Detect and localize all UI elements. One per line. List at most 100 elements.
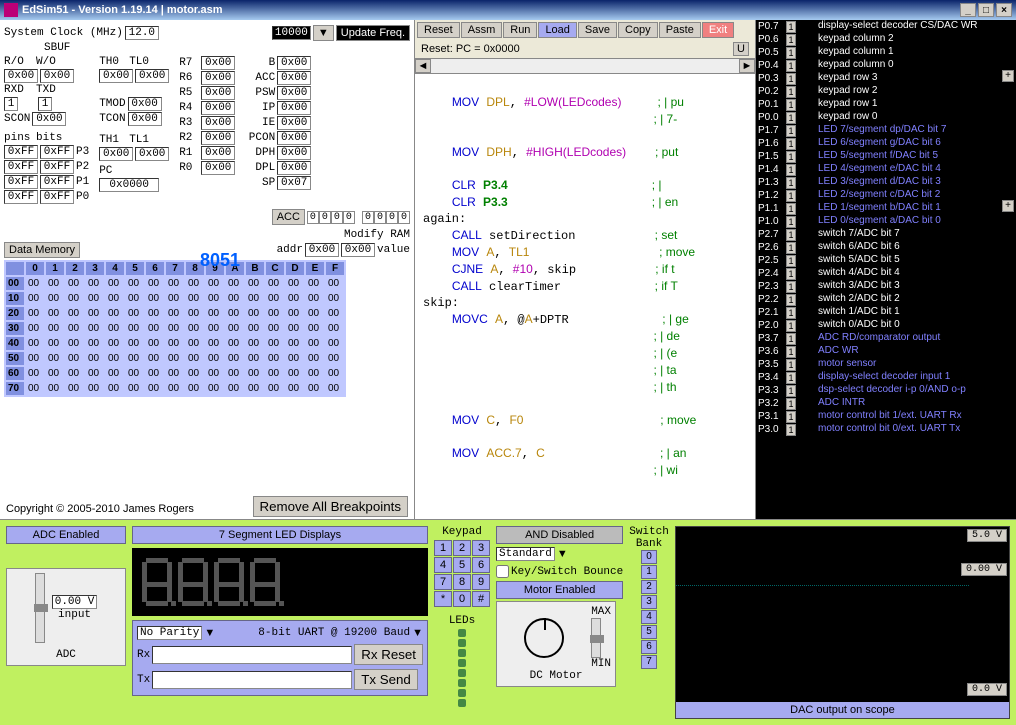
keypad-mode-select[interactable]: Standard <box>496 547 555 561</box>
update-freq-button[interactable]: Update Freq. <box>336 25 410 41</box>
freq-value[interactable]: 10000 <box>272 26 311 40</box>
switch[interactable]: 5 <box>641 625 657 639</box>
r5-val[interactable]: 0x00 <box>201 86 235 100</box>
remove-breakpoints-button[interactable]: Remove All Breakpoints <box>253 496 409 517</box>
sp-val[interactable]: 0x07 <box>277 176 311 190</box>
ro-val[interactable]: 0x00 <box>4 69 38 83</box>
keypad-key[interactable]: 0 <box>453 591 471 607</box>
tmod-val[interactable]: 0x00 <box>128 97 162 111</box>
keypad-key[interactable]: 3 <box>472 540 490 556</box>
pin-bit[interactable]: 1 <box>786 333 796 345</box>
acc-bit[interactable]: 0 <box>319 211 331 224</box>
switch[interactable]: 7 <box>641 655 657 669</box>
psw-val[interactable]: 0x00 <box>277 86 311 100</box>
pin-bit[interactable]: 1 <box>786 281 796 293</box>
pin-bit[interactable]: 1 <box>786 359 796 371</box>
r1-val[interactable]: 0x00 <box>201 146 235 160</box>
switch[interactable]: 6 <box>641 640 657 654</box>
pin-bit[interactable]: 1 <box>786 255 796 267</box>
tl0-val[interactable]: 0x00 <box>135 69 169 83</box>
tl1-val[interactable]: 0x00 <box>135 147 169 161</box>
motor-enabled-button[interactable]: Motor Enabled <box>496 581 623 599</box>
pin-bit[interactable]: 1 <box>786 138 796 150</box>
keypad-key[interactable]: * <box>434 591 452 607</box>
th0-val[interactable]: 0x00 <box>99 69 133 83</box>
pin-bit[interactable]: 1 <box>786 86 796 98</box>
pin-bit[interactable]: 1 <box>786 229 796 241</box>
scroll-left-icon[interactable]: ◄ <box>415 59 431 73</box>
keypad-key[interactable]: # <box>472 591 490 607</box>
switch[interactable]: 2 <box>641 580 657 594</box>
keypad-key[interactable]: 1 <box>434 540 452 556</box>
run-button[interactable]: Run <box>503 22 537 38</box>
pin-bit[interactable]: 1 <box>786 190 796 202</box>
seven-seg-button[interactable]: 7 Segment LED Displays <box>132 526 428 544</box>
pin-bit[interactable]: 1 <box>786 164 796 176</box>
freq-dropdown-icon[interactable]: ▼ <box>313 25 334 41</box>
pin-bit[interactable]: 1 <box>786 112 796 124</box>
pin-bit[interactable]: 1 <box>786 177 796 189</box>
wo-val[interactable]: 0x00 <box>40 69 74 83</box>
adc-slider[interactable] <box>35 573 45 643</box>
pin-bit[interactable]: 1 <box>786 372 796 384</box>
adc-enabled-button[interactable]: ADC Enabled <box>6 526 126 544</box>
r2-val[interactable]: 0x00 <box>201 131 235 145</box>
pin-bit[interactable]: 1 <box>786 47 796 59</box>
switch[interactable]: 0 <box>641 550 657 564</box>
p1-pins[interactable]: 0xFF <box>4 175 38 189</box>
dpl-val[interactable]: 0x00 <box>277 161 311 175</box>
acc-bit[interactable]: 0 <box>331 211 343 224</box>
memory-grid[interactable]: 0123456789ABCDEF 00000000000000000000000… <box>4 260 346 397</box>
pin-bit[interactable]: 1 <box>786 294 796 306</box>
keypad-key[interactable]: 7 <box>434 574 452 590</box>
code-editor[interactable]: MOV DPL, #LOW(LEDcodes) ; | pu ; | 7- MO… <box>415 74 755 519</box>
switch[interactable]: 4 <box>641 610 657 624</box>
dph-val[interactable]: 0x00 <box>277 146 311 160</box>
p0-bits[interactable]: 0xFF <box>40 190 74 204</box>
p2-pins[interactable]: 0xFF <box>4 160 38 174</box>
pin-bit[interactable]: 1 <box>786 385 796 397</box>
h-scrollbar[interactable]: ◄ ► <box>415 59 755 74</box>
acc-bit[interactable]: 0 <box>307 211 319 224</box>
r3-val[interactable]: 0x00 <box>201 116 235 130</box>
save-button[interactable]: Save <box>578 22 617 38</box>
keypad-key[interactable]: 9 <box>472 574 490 590</box>
acc-bit[interactable]: 0 <box>398 211 410 224</box>
pc-val[interactable]: 0x0000 <box>99 178 159 192</box>
p3-bits[interactable]: 0xFF <box>40 145 74 159</box>
pin-bit[interactable]: 1 <box>786 60 796 72</box>
p3-pins[interactable]: 0xFF <box>4 145 38 159</box>
baud-dropdown-icon[interactable]: ▼ <box>412 627 423 639</box>
load-button[interactable]: Load <box>538 22 576 38</box>
pin-bit[interactable]: 1 <box>786 73 796 85</box>
reset-button[interactable]: Reset <box>417 22 460 38</box>
expand-icon[interactable]: + <box>1002 200 1014 212</box>
r0-val[interactable]: 0x00 <box>201 161 235 175</box>
pin-bit[interactable]: 1 <box>786 216 796 228</box>
pin-bit[interactable]: 1 <box>786 34 796 46</box>
motor-slider[interactable] <box>591 618 601 658</box>
paste-button[interactable]: Paste <box>659 22 701 38</box>
keypad-key[interactable]: 8 <box>453 574 471 590</box>
datamem-button[interactable]: Data Memory <box>4 242 80 258</box>
tx-send-button[interactable]: Tx Send <box>354 669 418 690</box>
pcon-val[interactable]: 0x00 <box>277 131 311 145</box>
txd-val[interactable]: 1 <box>38 97 52 111</box>
pin-bit[interactable]: 1 <box>786 307 796 319</box>
keypad-key[interactable]: 2 <box>453 540 471 556</box>
pin-bit[interactable]: 1 <box>786 99 796 111</box>
value-val[interactable]: 0x00 <box>341 243 375 257</box>
bounce-checkbox[interactable] <box>496 565 509 578</box>
close-button[interactable]: × <box>996 3 1012 17</box>
u-button[interactable]: U <box>733 42 749 56</box>
ie-val[interactable]: 0x00 <box>277 116 311 130</box>
parity-dropdown-icon[interactable]: ▼ <box>204 627 215 639</box>
pin-bit[interactable]: 1 <box>786 203 796 215</box>
tcon-val[interactable]: 0x00 <box>128 112 162 126</box>
pin-bit[interactable]: 1 <box>786 125 796 137</box>
pin-bit[interactable]: 1 <box>786 424 796 436</box>
pin-bit[interactable]: 1 <box>786 320 796 332</box>
rx-reset-button[interactable]: Rx Reset <box>354 644 423 665</box>
pin-bit[interactable]: 1 <box>786 411 796 423</box>
acc-bit[interactable]: 0 <box>374 211 386 224</box>
